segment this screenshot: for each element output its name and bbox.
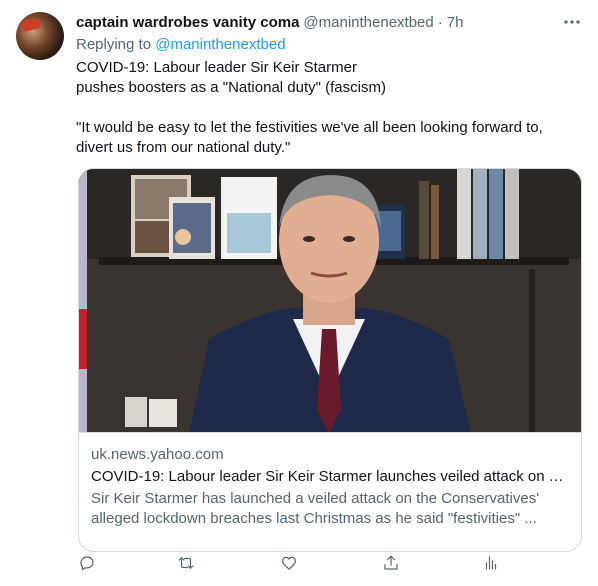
link-card-description-line: Sir Keir Starmer has launched a veiled a… <box>91 490 540 507</box>
tweet-header: captain wardrobes vanity coma @maninthen… <box>76 12 582 32</box>
share-icon[interactable] <box>382 554 402 574</box>
timestamp[interactable]: 7h <box>447 14 464 31</box>
tweet-text-line: pushes boosters as a "National duty" (fa… <box>76 79 386 96</box>
more-horizontal-icon[interactable] <box>562 12 582 32</box>
link-card-description: Sir Keir Starmer has launched a veiled a… <box>91 489 569 529</box>
link-card-title[interactable]: COVID-19: Labour leader Sir Keir Starmer… <box>91 467 569 487</box>
avatar-image <box>21 18 41 32</box>
analytics-icon[interactable] <box>482 554 502 574</box>
replying-prefix: Replying to <box>76 36 152 53</box>
like-icon[interactable] <box>280 554 300 574</box>
replying-handle-link[interactable]: @maninthenextbed <box>155 36 285 53</box>
tweet[interactable]: captain wardrobes vanity coma @maninthen… <box>0 0 598 586</box>
news-photo <box>79 169 581 432</box>
tweet-text-line: COVID-19: Labour leader Sir Keir Starmer <box>76 59 357 76</box>
link-card-meta: uk.news.yahoo.com COVID-19: Labour leade… <box>79 433 581 529</box>
tweet-text: COVID-19: Labour leader Sir Keir Starmer… <box>76 58 582 158</box>
tweet-actions <box>76 554 500 574</box>
tweet-text-line: "It would be easy to let the festivities… <box>76 119 543 136</box>
link-card-description-line: alleged lockdown breaches last Christmas… <box>91 510 537 527</box>
link-card-domain: uk.news.yahoo.com <box>91 446 224 463</box>
display-name[interactable]: captain wardrobes vanity coma <box>76 14 299 31</box>
tweet-text-line: divert us from our national duty." <box>76 139 291 156</box>
separator-dot: · <box>437 13 443 31</box>
user-handle[interactable]: @maninthenextbed <box>303 14 433 31</box>
tweet-content: captain wardrobes vanity coma @maninthen… <box>76 12 582 552</box>
reply-icon[interactable] <box>78 554 98 574</box>
avatar[interactable] <box>16 12 64 60</box>
retweet-icon[interactable] <box>177 554 197 574</box>
link-card[interactable]: uk.news.yahoo.com COVID-19: Labour leade… <box>78 168 582 552</box>
replying-to: Replying to @maninthenextbed <box>76 36 582 56</box>
link-card-image[interactable] <box>79 169 581 433</box>
